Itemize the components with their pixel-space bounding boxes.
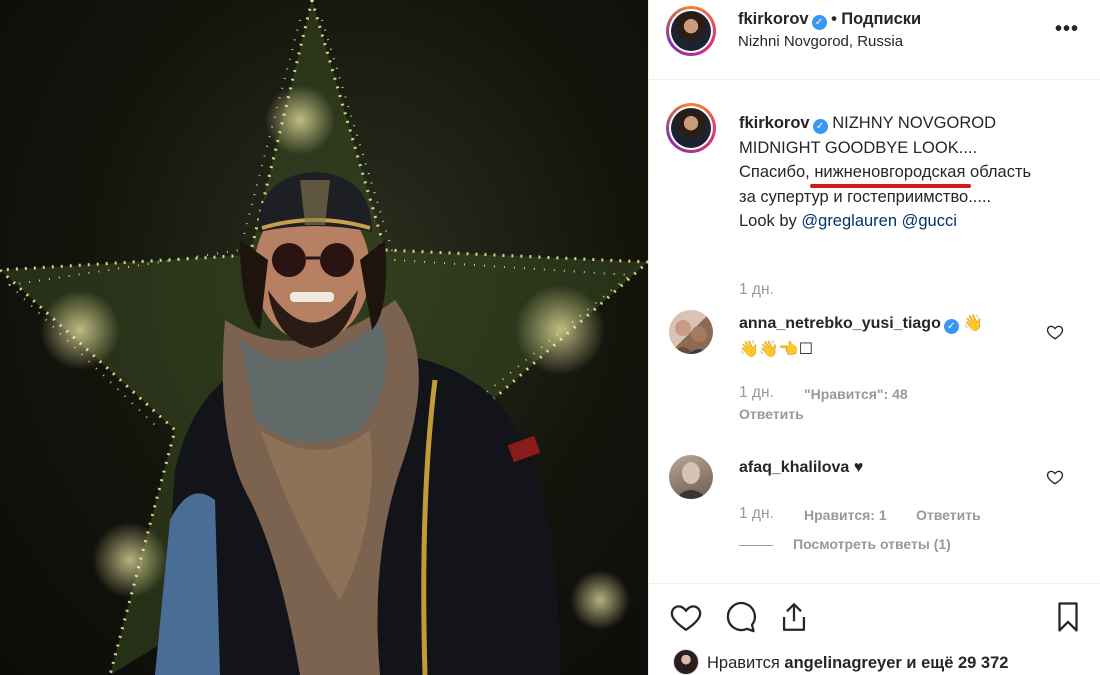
bookmark-icon[interactable] <box>1051 600 1085 634</box>
mention-gucci[interactable]: @gucci <box>902 212 957 230</box>
liked-by-prefix: Нравится <box>707 654 780 672</box>
caption: fkirkorov ✓ NIZHNY NOVGOROD MIDNIGHT GOOD… <box>739 111 1049 234</box>
view-replies-button[interactable]: Посмотреть ответы (1) <box>739 536 951 552</box>
photo-illustration <box>0 0 648 675</box>
header-separator: • <box>831 10 837 28</box>
mention-greglauren[interactable]: @greglauren <box>801 212 897 230</box>
caption-look-by: Look by <box>739 212 797 230</box>
comment-time[interactable]: 1 дн. <box>739 505 774 523</box>
verified-icon: ✓ <box>812 119 828 134</box>
comment-emoji: 👋👋👈☐ <box>739 341 814 358</box>
verified-icon: ✓ <box>811 15 827 30</box>
comment-likes[interactable]: "Нравится": 48 <box>804 386 908 402</box>
person-figure <box>155 172 560 675</box>
comment-like-heart-icon[interactable] <box>1046 468 1064 486</box>
author-username[interactable]: fkirkorov <box>738 10 809 28</box>
post-header: fkirkorov ✓ • Подписки Nizhni Novgorod, R… <box>649 0 1100 80</box>
caption-username[interactable]: fkirkorov <box>739 114 810 132</box>
commenter-avatar[interactable] <box>669 455 713 499</box>
post-side-panel: fkirkorov ✓ • Подписки Nizhni Novgorod, R… <box>648 0 1100 675</box>
comment-2: afaq_khalilova ♥ <box>739 455 863 481</box>
post-photo[interactable] <box>0 0 648 675</box>
like-heart-icon[interactable] <box>669 600 703 634</box>
liked-by-count[interactable]: и ещё 29 372 <box>906 654 1008 672</box>
comment-icon[interactable] <box>723 600 757 634</box>
reply-button[interactable]: Ответить <box>916 507 981 523</box>
caption-time[interactable]: 1 дн. <box>739 281 774 299</box>
share-icon[interactable] <box>777 600 811 634</box>
caption-highlight: нижненовгородская <box>814 163 966 181</box>
following-button[interactable]: Подписки <box>841 10 921 28</box>
more-options-icon[interactable]: ••• <box>1055 18 1079 41</box>
caption-avatar[interactable] <box>666 103 716 153</box>
comment-username[interactable]: afaq_khalilova <box>739 459 849 476</box>
liked-by: Нравится angelinagreyer и ещё 29 372 <box>673 649 1008 675</box>
comment-likes[interactable]: Нравится: 1 <box>804 507 887 523</box>
replies-divider <box>739 544 773 546</box>
comment-username[interactable]: anna_netrebko_yusi_tiago <box>739 315 941 332</box>
author-avatar[interactable] <box>666 6 716 56</box>
avatar-photo <box>673 320 709 354</box>
liker-avatar[interactable] <box>673 649 699 675</box>
comment-time[interactable]: 1 дн. <box>739 384 774 402</box>
avatar-photo <box>675 462 707 499</box>
reply-button[interactable]: Ответить <box>739 406 804 422</box>
post-actions: Нравится angelinagreyer и ещё 29 372 <box>649 583 1100 675</box>
comment-like-heart-icon[interactable] <box>1046 323 1064 341</box>
caption-text-2: Спасибо, <box>739 163 810 181</box>
liker-username[interactable]: angelinagreyer <box>784 654 901 672</box>
location-link[interactable]: Nizhni Novgorod, Russia <box>738 33 903 50</box>
comment-emoji: 👋 <box>963 315 984 332</box>
comment-1: anna_netrebko_yusi_tiago ✓ 👋 👋👋👈☐ <box>739 311 1039 363</box>
heart-emoji: ♥ <box>853 459 864 476</box>
commenter-avatar[interactable] <box>669 310 713 354</box>
view-replies-label[interactable]: Посмотреть ответы (1) <box>793 536 951 552</box>
verified-icon: ✓ <box>943 319 959 334</box>
